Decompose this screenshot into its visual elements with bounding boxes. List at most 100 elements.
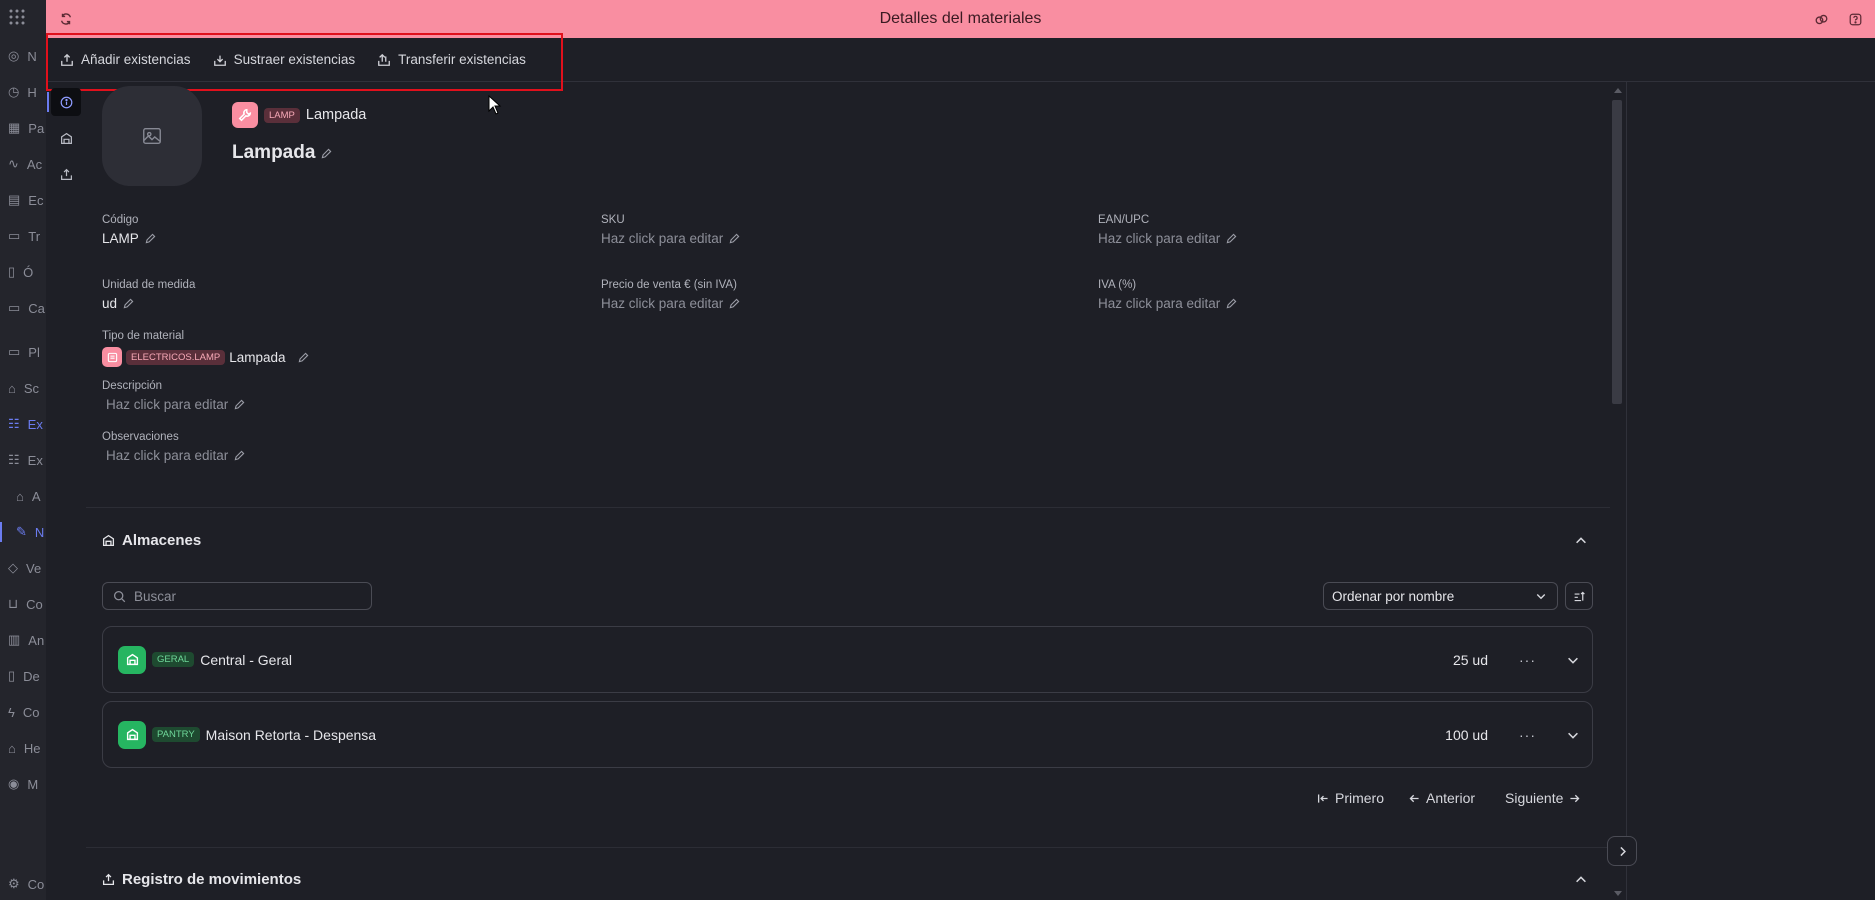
stock-add-icon xyxy=(61,53,73,66)
apps-grid-icon[interactable] xyxy=(7,7,27,27)
edit-pencil-icon[interactable] xyxy=(729,298,740,309)
sidebar-item-21[interactable]: ◉ M xyxy=(0,770,46,798)
field-value[interactable]: Haz click para editar xyxy=(1098,231,1237,246)
clipboard-icon: ▯ xyxy=(8,264,16,279)
edit-pencil-icon[interactable] xyxy=(234,399,245,410)
tipo-value: Lampada xyxy=(229,349,286,365)
calendar-icon: ▭ xyxy=(8,228,21,243)
sidebar-item-3[interactable]: ▦ Pa xyxy=(0,114,46,142)
sidebar-item-13[interactable]: ⌂ A xyxy=(0,482,46,510)
field-value[interactable]: Haz click para editar xyxy=(601,296,740,311)
pin-icon: ◉ xyxy=(8,776,20,791)
help-icon[interactable] xyxy=(1845,9,1865,29)
app-sidebar: ◎ N ◷ H ▦ Pa ∿ Ac ▤ Ec ▭ Tr ▯ Ó ▭ Ca ▭ Pl ⌂ Sc ☷ Ex… xyxy=(0,0,46,900)
field-value[interactable]: Haz click para editar xyxy=(102,397,245,412)
pager-first-button[interactable]: Primero xyxy=(1312,790,1384,806)
globe-icon: ◎ xyxy=(8,48,20,63)
gear-icon: ⚙ xyxy=(8,876,20,891)
field-value[interactable]: LAMP xyxy=(102,231,156,246)
sidebar-item-20[interactable]: ⌂ He xyxy=(0,734,46,762)
transfer-stock-button[interactable]: Transferir existencias xyxy=(377,52,526,67)
edit-pencil-icon[interactable] xyxy=(234,450,245,461)
pager-prev-button[interactable]: Anterior xyxy=(1403,790,1475,806)
chevron-down-icon[interactable] xyxy=(1566,653,1580,667)
sidebar-item-2[interactable]: ◷ H xyxy=(0,78,46,106)
wrench-icon xyxy=(232,102,258,128)
scroll-up-arrow-icon[interactable] xyxy=(1614,88,1622,93)
sidebar-item-label: Pl xyxy=(28,344,40,360)
collapse-movements-chevron-up-icon[interactable] xyxy=(1574,873,1588,887)
warehouse-icon: ⌂ xyxy=(16,488,24,504)
sidebar-item-12[interactable]: ☷ Ex xyxy=(0,446,46,474)
material-image-placeholder[interactable] xyxy=(102,86,202,186)
sidebar-item-7[interactable]: ▯ Ó xyxy=(0,258,46,286)
edit-pencil-icon[interactable] xyxy=(1226,298,1237,309)
sidebar-item-14[interactable]: ✎ N xyxy=(0,518,46,546)
sidebar-item-5[interactable]: ▤ Ec xyxy=(0,186,46,214)
movements-title-text: Registro de movimientos xyxy=(122,871,302,888)
sidebar-item-label: Co xyxy=(22,704,40,720)
sidebar-item-11[interactable]: ☷ Ex xyxy=(0,410,46,438)
sidebar-item-22[interactable]: ⚙ Co xyxy=(0,870,46,898)
sidebar-item-label: A xyxy=(31,488,41,504)
field-value[interactable]: Haz click para editar xyxy=(1098,296,1237,311)
link-icon[interactable] xyxy=(1811,9,1831,29)
warehouse-card[interactable]: PANTRY Maison Retorta - Despensa 100 ud … xyxy=(102,701,1593,768)
ean-value: Haz click para editar xyxy=(1098,231,1221,246)
sidebar-item-label: H xyxy=(27,84,37,100)
dashboard-icon: ▦ xyxy=(8,120,21,135)
add-stock-button[interactable]: Añadir existencias xyxy=(60,52,191,67)
sidebar-item-16[interactable]: ⊔ Co xyxy=(0,590,46,618)
field-label: IVA (%) xyxy=(1098,279,1137,291)
sidebar-item-label: N xyxy=(27,48,37,64)
edit-pencil-icon[interactable] xyxy=(321,148,332,159)
sidebar-item-6[interactable]: ▭ Tr xyxy=(0,222,46,250)
search-input[interactable] xyxy=(134,588,354,604)
sidebar-item-label: Ve xyxy=(26,560,42,576)
sidebar-item-10[interactable]: ⌂ Sc xyxy=(0,374,46,402)
vertical-scrollbar[interactable] xyxy=(1610,82,1624,900)
more-options-icon[interactable]: ··· xyxy=(1519,727,1536,743)
warehouses-title-text: Almacenes xyxy=(122,532,202,549)
edit-pencil-icon[interactable] xyxy=(123,298,134,309)
sidebar-item-8[interactable]: ▭ Ca xyxy=(0,294,46,322)
collapse-warehouses-chevron-up-icon[interactable] xyxy=(1574,534,1588,548)
sidebar-item-18[interactable]: ▯ De xyxy=(0,662,46,690)
scroll-down-arrow-icon[interactable] xyxy=(1614,891,1622,896)
warehouse-card[interactable]: GERAL Central - Geral 25 ud ··· xyxy=(102,626,1593,693)
field-value[interactable]: Haz click para editar xyxy=(102,448,245,463)
edit-pencil-icon[interactable] xyxy=(145,233,156,244)
calendar-icon: ▭ xyxy=(8,344,21,359)
subtract-stock-button[interactable]: Sustraer existencias xyxy=(213,52,355,67)
tab-info[interactable] xyxy=(47,88,81,116)
pager-next-button[interactable]: Siguiente xyxy=(1505,790,1586,806)
tab-movements[interactable] xyxy=(51,160,81,188)
field-value[interactable]: Haz click para editar xyxy=(601,231,740,246)
sort-direction-button[interactable] xyxy=(1565,582,1593,610)
sidebar-item-19[interactable]: ϟ Co xyxy=(0,698,46,726)
descripcion-value: Haz click para editar xyxy=(106,397,229,412)
unidad-value: ud xyxy=(102,296,118,311)
sort-select[interactable]: Ordenar por nombre xyxy=(1323,582,1558,610)
more-options-icon[interactable]: ··· xyxy=(1519,652,1536,668)
sidebar-item-1[interactable]: ◎ N xyxy=(0,42,46,70)
sidebar-item-15[interactable]: ◇ Ve xyxy=(0,554,46,582)
expand-panel-button[interactable] xyxy=(1607,836,1637,866)
field-sku: SKU Haz click para editar xyxy=(601,214,740,246)
field-value[interactable]: ud xyxy=(102,296,195,311)
material-name[interactable]: Lampada xyxy=(232,142,332,164)
edit-pencil-icon[interactable] xyxy=(1226,233,1237,244)
edit-pencil-icon[interactable] xyxy=(729,233,740,244)
material-name-text: Lampada xyxy=(232,142,316,163)
refresh-icon[interactable] xyxy=(56,9,76,29)
field-value[interactable]: ELECTRICOS.LAMP Lampada xyxy=(102,347,309,367)
tab-warehouses[interactable] xyxy=(51,124,81,152)
material-type-badge: ELECTRICOS.LAMP xyxy=(126,349,226,365)
field-label: Unidad de medida xyxy=(102,279,196,291)
scrollbar-thumb[interactable] xyxy=(1612,100,1622,404)
edit-pencil-icon[interactable] xyxy=(298,352,309,363)
sidebar-item-4[interactable]: ∿ Ac xyxy=(0,150,46,178)
sidebar-item-9[interactable]: ▭ Pl xyxy=(0,338,46,366)
sidebar-item-17[interactable]: ▥ An xyxy=(0,626,46,654)
chevron-down-icon[interactable] xyxy=(1566,728,1580,742)
